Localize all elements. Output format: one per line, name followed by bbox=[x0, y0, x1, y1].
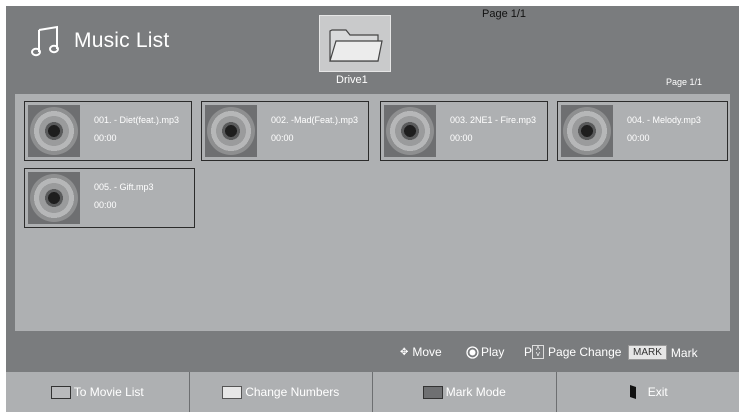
file-item[interactable]: 002. -Mad(Feat.).mp3 00:00 bbox=[201, 101, 369, 161]
help-mark: MARK Mark bbox=[628, 345, 698, 360]
file-duration: 00:00 bbox=[450, 133, 473, 143]
mark-mode-button[interactable]: Mark Mode bbox=[373, 372, 557, 412]
drive-label: Drive1 bbox=[336, 74, 368, 86]
mark-key-badge: MARK bbox=[628, 345, 667, 360]
file-item[interactable]: 005. - Gift.mp3 00:00 bbox=[24, 168, 195, 228]
file-duration: 00:00 bbox=[94, 200, 117, 210]
help-bar: ✥ Move Play P ˄ ˅ Page Change MARK Mark bbox=[6, 336, 739, 366]
disc-icon bbox=[28, 105, 80, 157]
file-name: 003. 2NE1 - Fire.mp3 bbox=[450, 115, 537, 125]
page-updown-icon: ˄ ˅ bbox=[532, 345, 545, 359]
music-note-icon bbox=[31, 25, 59, 57]
disc-icon bbox=[561, 105, 613, 157]
file-duration: 00:00 bbox=[627, 133, 650, 143]
file-grid: 001. - Diet(feat.).mp3 00:00 002. -Mad(F… bbox=[15, 94, 730, 331]
disc-icon bbox=[384, 105, 436, 157]
file-item[interactable]: 003. 2NE1 - Fire.mp3 00:00 bbox=[380, 101, 548, 161]
page-indicator-top: Page 1/1 bbox=[482, 8, 527, 20]
grey-key-icon bbox=[50, 385, 71, 399]
disc-icon bbox=[28, 172, 80, 224]
exit-door-icon bbox=[629, 385, 636, 399]
file-duration: 00:00 bbox=[271, 133, 294, 143]
title-area: Music List bbox=[28, 24, 169, 58]
drive-folder[interactable] bbox=[319, 15, 391, 72]
help-move: ✥ Move bbox=[400, 345, 442, 359]
white-key-icon bbox=[222, 385, 243, 399]
disc-icon bbox=[205, 105, 257, 157]
music-list-screen: Music List Page 1/1 Drive1 Page 1/1 001.… bbox=[6, 6, 739, 412]
file-item[interactable]: 004. - Melody.mp3 00:00 bbox=[557, 101, 728, 161]
file-item[interactable]: 001. - Diet(feat.).mp3 00:00 bbox=[24, 101, 192, 161]
exit-button[interactable]: Exit bbox=[556, 372, 739, 412]
page-title: Music List bbox=[74, 29, 170, 52]
to-movie-list-button[interactable]: To Movie List bbox=[6, 372, 190, 412]
file-name: 001. - Diet(feat.).mp3 bbox=[94, 115, 180, 125]
help-page-change: P ˄ ˅ Page Change bbox=[524, 344, 622, 359]
bottom-button-bar: To Movie List Change Numbers Mark Mode E… bbox=[6, 372, 739, 412]
file-name: 002. -Mad(Feat.).mp3 bbox=[271, 115, 359, 125]
ok-button-icon bbox=[466, 345, 479, 359]
folder-icon bbox=[329, 28, 383, 62]
file-name: 004. - Melody.mp3 bbox=[627, 115, 701, 125]
file-name: 005. - Gift.mp3 bbox=[94, 182, 154, 192]
move-arrows-icon: ✥ bbox=[400, 346, 409, 358]
page-indicator: Page 1/1 bbox=[666, 77, 703, 87]
file-duration: 00:00 bbox=[94, 133, 117, 143]
dark-key-icon bbox=[422, 385, 443, 399]
change-numbers-button[interactable]: Change Numbers bbox=[189, 372, 373, 412]
help-play: Play bbox=[466, 345, 504, 359]
